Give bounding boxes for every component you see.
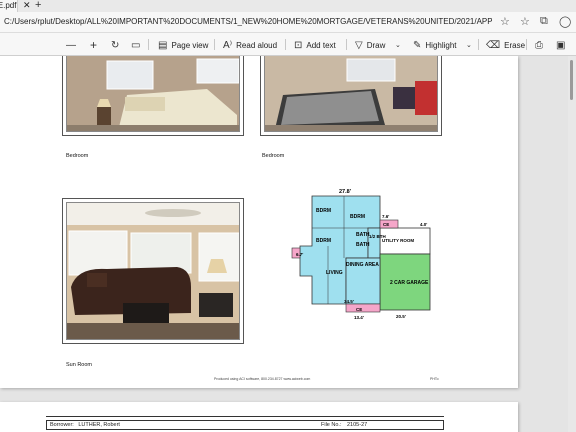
room-label: BDRM xyxy=(350,214,365,220)
add-text-icon: ⊡ xyxy=(294,39,303,51)
photo-caption: Sun Room xyxy=(66,362,92,368)
footer-credit: Produced using ACI software, 800.234.872… xyxy=(214,377,311,381)
room-label: BATH xyxy=(356,242,370,248)
fit-page-button[interactable]: ▭ xyxy=(131,38,140,52)
room-label: UTILITY ROOM xyxy=(382,238,414,243)
pdf-viewer[interactable]: Bedroom Bedroom Sun Room 27.8' BDRM BDRM… xyxy=(0,56,576,432)
dim-label: 6.7' xyxy=(296,252,303,257)
star-icon[interactable]: ☆ xyxy=(500,15,510,28)
file-label: File No.: xyxy=(321,422,342,428)
print-button[interactable]: ⎙ xyxy=(535,38,543,52)
sunroom-image xyxy=(67,203,239,339)
new-tab-button[interactable]: + xyxy=(35,0,41,11)
favorites-icon[interactable]: ☆ xyxy=(520,15,530,28)
bedroom-image-1 xyxy=(67,56,239,131)
close-tab-icon[interactable]: ✕ xyxy=(23,0,31,11)
fit-icon: ▭ xyxy=(131,39,141,51)
borrower-name: LUTHER, Robert xyxy=(78,422,120,428)
dim-label: 27.8' xyxy=(339,189,352,195)
room-label: DINING AREA xyxy=(346,262,379,268)
rotate-button[interactable]: ↻ xyxy=(111,38,119,52)
pdf-page: Bedroom Bedroom Sun Room 27.8' BDRM BDRM… xyxy=(0,56,518,388)
room-label: BATH xyxy=(356,232,370,238)
room-label: BDRM xyxy=(316,238,331,244)
bedroom-photo-1 xyxy=(62,56,244,136)
room-label: BDRM xyxy=(316,208,331,214)
draw-options-button[interactable]: ⌄ xyxy=(395,38,401,52)
dim-label: 20.5' xyxy=(396,314,406,319)
tab-title: CE.pdf xyxy=(0,1,17,10)
room-label: LIVING xyxy=(326,270,343,276)
address-bar: C:/Users/rplut/Desktop/ALL%20IMPORTANT%2… xyxy=(0,12,576,33)
read-aloud-button[interactable]: A⁾ Read aloud xyxy=(223,38,277,52)
photo-caption: Bedroom xyxy=(66,153,89,159)
page-view-button[interactable]: ▤ Page view xyxy=(158,38,208,52)
title-bar: CE.pdf ✕ + xyxy=(0,0,576,12)
read-aloud-icon: A⁾ xyxy=(223,39,233,51)
divider xyxy=(346,39,347,50)
divider xyxy=(148,39,149,50)
add-text-label: Add text xyxy=(306,40,336,50)
profile-icon[interactable]: ◯ xyxy=(559,15,571,28)
dim-label: 13.4' xyxy=(354,315,364,320)
url-field[interactable]: C:/Users/rplut/Desktop/ALL%20IMPORTANT%2… xyxy=(4,17,492,29)
pdf-page-2: Borrower: LUTHER, Robert File No.: 2105-… xyxy=(0,402,518,432)
page-view-icon: ▤ xyxy=(158,39,168,51)
file-number: 2105-27 xyxy=(347,422,368,428)
bedroom-image-2 xyxy=(265,56,437,131)
sunroom-photo xyxy=(62,198,244,344)
scrollbar-thumb[interactable] xyxy=(570,60,573,100)
eraser-icon: ⌫ xyxy=(486,39,501,51)
highlight-icon: ✎ xyxy=(413,39,422,51)
divider xyxy=(285,39,286,50)
footer-page: PHTo xyxy=(430,377,439,381)
borrower-row: Borrower: LUTHER, Robert File No.: 2105-… xyxy=(46,420,444,430)
chevron-down-icon: ⌄ xyxy=(466,42,472,49)
zoom-in-button[interactable]: + xyxy=(90,38,97,52)
dim-label: 4.0' xyxy=(420,222,427,227)
scrollbar[interactable] xyxy=(568,56,576,432)
ce-label: CE xyxy=(383,222,389,227)
draw-label: Draw xyxy=(366,40,386,50)
floor-plan-diagram: 27.8' BDRM BDRM BDRM BATH BATH 1/2 BTH U… xyxy=(291,189,431,320)
erase-button[interactable]: ⌫ Erase xyxy=(486,38,525,52)
borrower-label: Borrower: xyxy=(50,422,74,428)
highlight-button[interactable]: ✎ Highlight xyxy=(413,38,457,52)
zoom-out-button[interactable]: — xyxy=(66,38,76,52)
photo-caption: Bedroom xyxy=(262,153,285,159)
page-view-label: Page view xyxy=(171,40,209,50)
dim-label: 34.5' xyxy=(344,299,354,304)
dim-label: 7.6' xyxy=(382,214,389,219)
read-aloud-label: Read aloud xyxy=(236,40,278,50)
highlight-options-button[interactable]: ⌄ xyxy=(466,38,472,52)
collections-icon[interactable]: ⧉ xyxy=(540,15,548,28)
print-icon: ⎙ xyxy=(535,39,543,51)
save-button[interactable]: ▣ xyxy=(556,38,565,52)
ce-label: CE xyxy=(356,307,362,312)
highlight-label: Highlight xyxy=(425,40,457,50)
rotate-icon: ↻ xyxy=(111,39,120,51)
divider xyxy=(214,39,215,50)
add-text-button[interactable]: ⊡ Add text xyxy=(294,38,336,52)
draw-button[interactable]: ▽ Draw xyxy=(355,38,385,52)
room-label: 2 CAR GARAGE xyxy=(390,280,429,286)
save-icon: ▣ xyxy=(556,39,566,51)
tab-pdf[interactable]: CE.pdf xyxy=(0,0,18,12)
pdf-toolbar: — + ↻ ▭ ▤ Page view A⁾ Read aloud ⊡ Add … xyxy=(0,33,576,56)
bedroom-photo-2 xyxy=(260,56,442,136)
divider xyxy=(526,39,527,50)
chevron-down-icon: ⌄ xyxy=(395,42,401,49)
draw-icon: ▽ xyxy=(355,39,363,51)
divider xyxy=(46,416,444,417)
divider xyxy=(478,39,479,50)
erase-label: Erase xyxy=(504,40,526,50)
